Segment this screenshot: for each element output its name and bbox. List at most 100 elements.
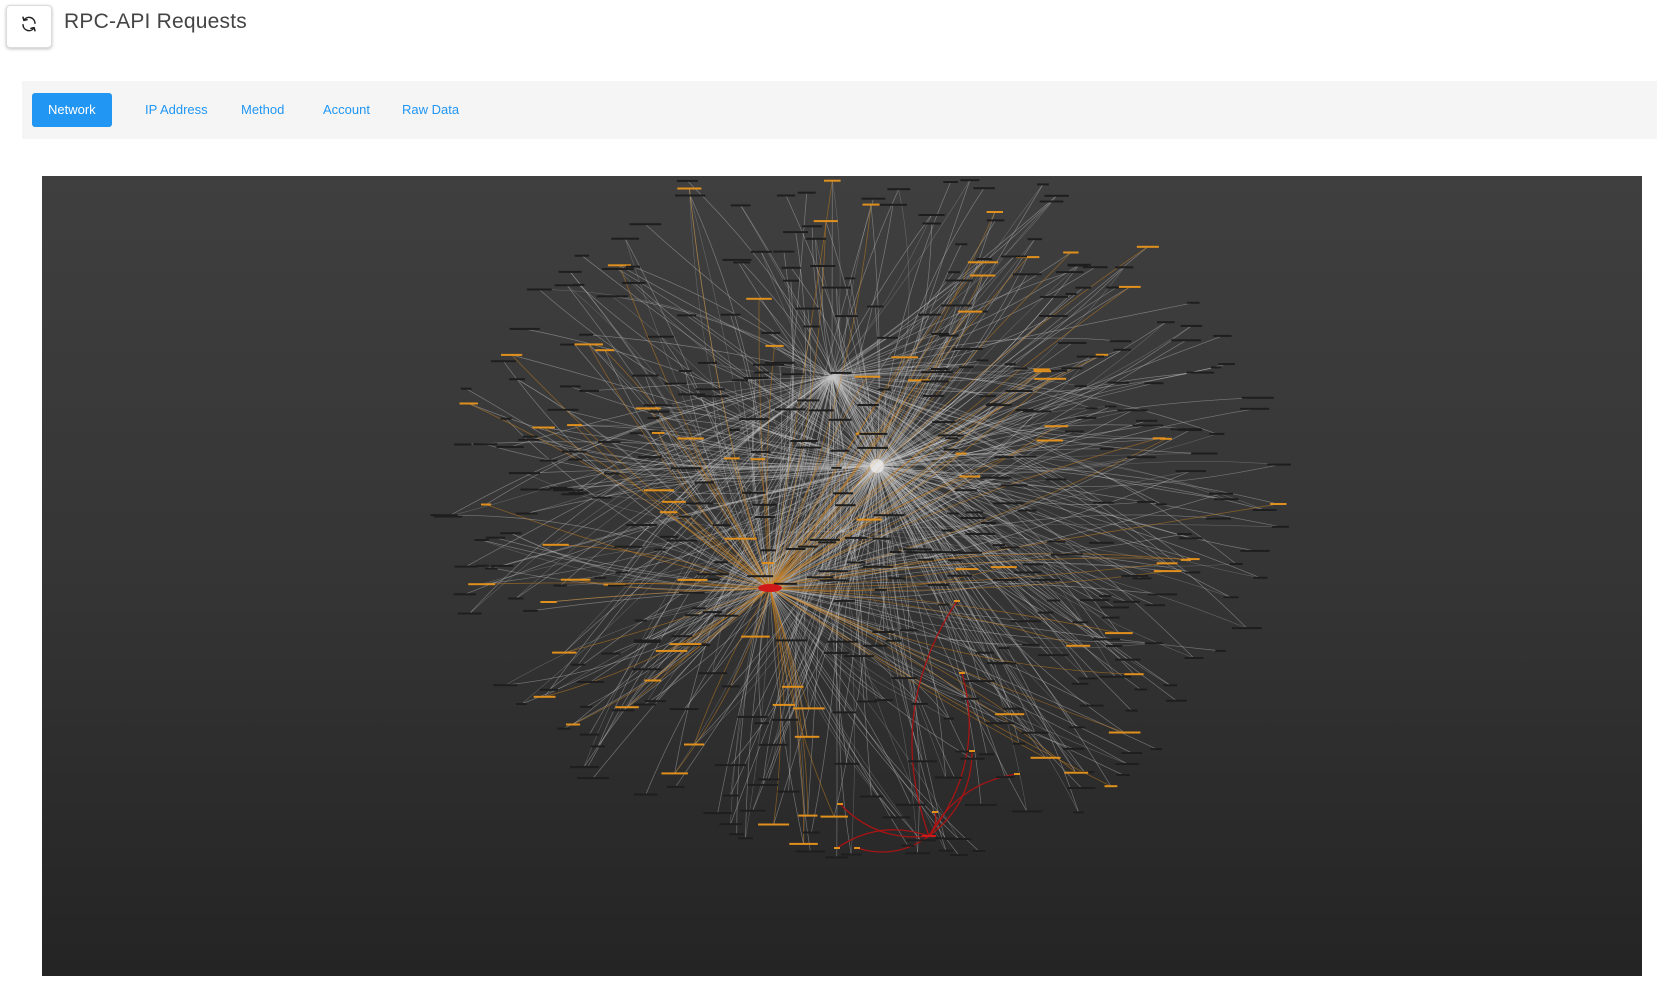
graph-node[interactable] [1132,577,1152,580]
graph-node[interactable] [561,450,587,453]
graph-node-highlight[interactable] [635,407,661,410]
graph-node[interactable] [1016,455,1037,458]
graph-node[interactable] [676,179,698,182]
graph-node-highlight[interactable] [567,424,583,427]
graph-node[interactable] [453,593,477,596]
graph-node[interactable] [1037,611,1054,614]
graph-node[interactable] [809,538,840,541]
graph-node[interactable] [750,450,771,453]
graph-node[interactable] [943,448,959,451]
network-graph-canvas[interactable] [42,176,1642,976]
graph-node[interactable] [678,393,706,396]
graph-node[interactable] [830,371,852,374]
graph-node[interactable] [552,487,573,490]
graph-node[interactable] [509,378,525,381]
graph-node[interactable] [781,373,804,376]
graph-node[interactable] [786,548,806,550]
graph-node-highlight[interactable] [1066,644,1091,647]
graph-node-highlight[interactable] [765,344,784,347]
graph-node[interactable] [1134,688,1148,691]
graph-node[interactable] [1098,595,1112,598]
graph-node-highlight[interactable] [741,635,770,638]
graph-node[interactable] [508,597,524,600]
graph-node[interactable] [931,332,950,335]
graph-node[interactable] [905,839,936,842]
graph-node[interactable] [823,651,850,654]
graph-node[interactable] [1186,371,1215,374]
graph-node[interactable] [496,445,524,448]
graph-node[interactable] [826,640,859,643]
graph-node[interactable] [938,849,954,852]
graph-node[interactable] [874,699,893,702]
graph-node[interactable] [1117,409,1148,412]
graph-node[interactable] [454,565,478,568]
graph-node[interactable] [1069,726,1086,729]
graph-node[interactable] [731,379,749,382]
graph-node[interactable] [952,348,984,350]
graph-node[interactable] [571,663,586,666]
graph-node[interactable] [1121,752,1143,754]
graph-node-highlight[interactable] [468,583,496,586]
graph-node[interactable] [835,504,856,507]
graph-node[interactable] [702,611,723,614]
graph-node-highlight[interactable] [574,343,604,346]
graph-node[interactable] [692,607,706,610]
graph-node[interactable] [773,582,797,585]
graph-node[interactable] [965,803,997,806]
graph-node[interactable] [828,418,852,421]
graph-node[interactable] [666,539,698,542]
graph-node[interactable] [771,718,799,721]
graph-node[interactable] [1177,429,1203,432]
graph-node[interactable] [803,325,820,328]
graph-node-highlight[interactable] [1105,632,1133,635]
graph-node[interactable] [960,757,985,760]
graph-node-highlight[interactable] [1033,370,1052,373]
graph-node[interactable] [577,777,609,780]
graph-node[interactable] [737,715,768,718]
graph-node[interactable] [754,722,769,725]
graph-node[interactable] [739,418,769,421]
graph-node[interactable] [647,417,660,420]
graph-node-highlight[interactable] [1034,377,1067,380]
graph-node[interactable] [1127,456,1156,459]
graph-node-highlight[interactable] [955,452,967,455]
graph-node-highlight[interactable] [955,568,979,571]
graph-node[interactable] [808,409,834,412]
graph-node[interactable] [1031,578,1060,581]
graph-node[interactable] [872,537,891,540]
graph-node[interactable] [614,545,643,548]
graph-node[interactable] [950,551,983,554]
graph-node[interactable] [675,194,706,197]
graph-node[interactable] [817,541,837,544]
graph-node[interactable] [539,459,558,462]
graph-node-highlight[interactable] [1104,785,1118,788]
graph-node-highlight[interactable] [532,426,555,429]
graph-node[interactable] [518,438,540,441]
graph-node-highlight[interactable] [661,772,688,775]
graph-node-highlight[interactable] [1063,251,1079,254]
graph-node[interactable] [592,496,612,499]
graph-node[interactable] [945,838,972,840]
graph-node[interactable] [1214,498,1239,501]
graph-node[interactable] [918,214,945,216]
graph-node[interactable] [959,366,974,369]
graph-node[interactable] [877,336,899,339]
graph-node[interactable] [1121,574,1148,577]
graph-node[interactable] [516,703,527,705]
graph-node[interactable] [891,677,918,680]
graph-node[interactable] [890,551,902,553]
graph-node-alert-target[interactable] [959,672,965,674]
graph-node[interactable] [818,570,849,573]
graph-node[interactable] [802,225,823,228]
graph-node[interactable] [637,456,662,459]
graph-node[interactable] [954,489,977,492]
graph-node[interactable] [596,295,629,298]
graph-node[interactable] [612,709,635,712]
graph-node[interactable] [576,765,600,768]
graph-node[interactable] [940,304,972,307]
graph-node[interactable] [783,231,808,234]
graph-node[interactable] [1089,541,1114,544]
graph-node[interactable] [1063,747,1085,750]
graph-node[interactable] [821,286,851,289]
graph-node[interactable] [874,588,887,591]
